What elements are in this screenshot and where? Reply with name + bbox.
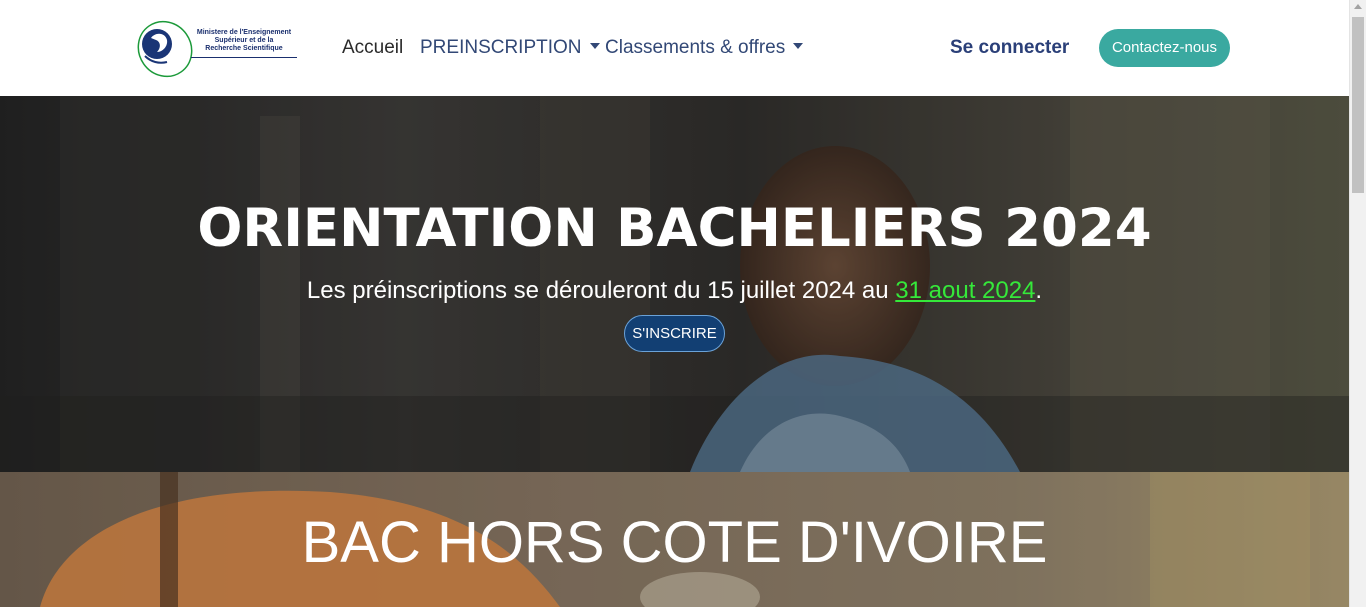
bac-abroad-title: BAC HORS COTE D'IVOIRE <box>301 510 1048 575</box>
ministry-emblem-icon <box>137 20 193 78</box>
hero-subtitle: Les préinscriptions se dérouleront du 15… <box>0 276 1349 306</box>
signup-button[interactable]: S'INSCRIRE <box>624 315 725 352</box>
bac-abroad-banner: BAC HORS COTE D'IVOIRE <box>0 472 1349 607</box>
nav-classements-dropdown[interactable]: Classements & offres <box>605 36 804 60</box>
scrollbar-thumb[interactable] <box>1352 17 1364 193</box>
page: Ministere de l'Enseignement Supérieur et… <box>0 0 1366 607</box>
nav-home[interactable]: Accueil <box>342 36 403 60</box>
nav-preinscription-dropdown[interactable]: PREINSCRIPTION <box>420 36 600 60</box>
logo-divider <box>191 57 297 58</box>
vertical-scrollbar[interactable] <box>1349 0 1366 607</box>
logo-text: Ministere de l'Enseignement Supérieur et… <box>196 29 292 52</box>
hero-banner: ORIENTATION BACHELIERS 2024 Les préinscr… <box>0 96 1349 472</box>
contact-button[interactable]: Contactez-nous <box>1099 29 1230 67</box>
arrow-up-icon[interactable] <box>1354 4 1362 9</box>
nav-classements-label: Classements & offres <box>605 37 786 58</box>
login-link[interactable]: Se connecter <box>950 36 1069 60</box>
caret-down-icon <box>793 42 804 49</box>
nav-preinscription-label: PREINSCRIPTION <box>420 37 582 58</box>
nav-home-label: Accueil <box>342 37 404 58</box>
hero-subtitle-end: . <box>1035 277 1043 304</box>
hero-title: ORIENTATION BACHELIERS 2024 <box>197 198 1152 259</box>
ministry-logo[interactable]: Ministere de l'Enseignement Supérieur et… <box>137 18 299 80</box>
hero-subtitle-text: Les préinscriptions se dérouleront du 15… <box>306 277 896 304</box>
deadline-date-link[interactable]: 31 aout 2024 <box>895 277 1035 304</box>
navbar: Ministere de l'Enseignement Supérieur et… <box>0 0 1349 96</box>
caret-down-icon <box>589 42 600 49</box>
